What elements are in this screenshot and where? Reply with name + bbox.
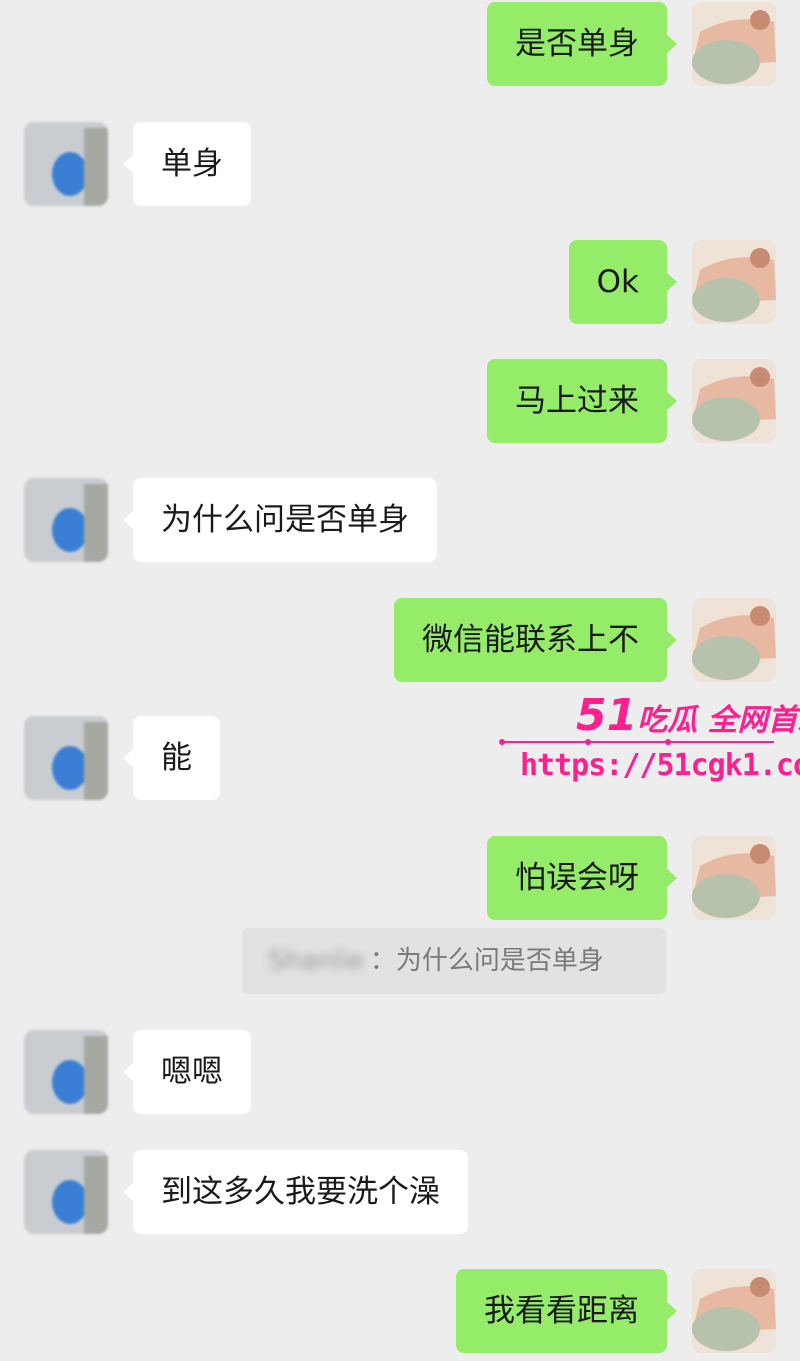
quoted-text: ：为什么问是否单身 bbox=[369, 946, 604, 976]
contact-avatar[interactable] bbox=[24, 1030, 108, 1114]
watermark-text: 吃瓜 全网首发 bbox=[637, 703, 800, 738]
message-row: 我看看距离 bbox=[0, 1269, 800, 1353]
self-avatar[interactable] bbox=[692, 598, 776, 682]
message-row: 嗯嗯 bbox=[0, 1030, 800, 1114]
message-bubble-received[interactable]: 能 bbox=[123, 716, 220, 800]
watermark-url: https://51cgk1.com bbox=[520, 748, 800, 783]
self-avatar[interactable] bbox=[692, 836, 776, 920]
message-bubble-received[interactable]: 单身 bbox=[123, 122, 251, 206]
message-row: 微信能联系上不 bbox=[0, 598, 800, 682]
quoted-message[interactable]: Shanlie ：为什么问是否单身 bbox=[242, 928, 666, 994]
message-row: 马上过来 bbox=[0, 359, 800, 443]
contact-avatar[interactable] bbox=[24, 1150, 108, 1234]
message-row: 到这多久我要洗个澡 bbox=[0, 1150, 800, 1234]
self-avatar[interactable] bbox=[692, 1269, 776, 1353]
message-row: 为什么问是否单身 bbox=[0, 478, 800, 562]
quoted-sender: Shanlie bbox=[268, 946, 364, 976]
message-row: 怕误会呀 bbox=[0, 836, 800, 920]
message-bubble-sent[interactable]: 我看看距离 bbox=[456, 1269, 677, 1353]
message-bubble-sent[interactable]: 怕误会呀 bbox=[487, 836, 677, 920]
message-bubble-received[interactable]: 为什么问是否单身 bbox=[123, 478, 437, 562]
watermark: 51吃瓜 全网首发 https://51cgk1.com bbox=[498, 690, 800, 790]
message-bubble-received[interactable]: 到这多久我要洗个澡 bbox=[123, 1150, 468, 1234]
message-row: 是否单身 bbox=[0, 2, 800, 86]
message-bubble-sent[interactable]: 是否单身 bbox=[487, 2, 677, 86]
message-bubble-sent[interactable]: 微信能联系上不 bbox=[394, 598, 677, 682]
message-row: 单身 bbox=[0, 122, 800, 206]
contact-avatar[interactable] bbox=[24, 122, 108, 206]
self-avatar[interactable] bbox=[692, 2, 776, 86]
watermark-title: 51吃瓜 全网首发 bbox=[576, 690, 800, 741]
message-bubble-received[interactable]: 嗯嗯 bbox=[123, 1030, 251, 1114]
message-row: Ok bbox=[0, 240, 800, 324]
self-avatar[interactable] bbox=[692, 359, 776, 443]
contact-avatar[interactable] bbox=[24, 716, 108, 800]
contact-avatar[interactable] bbox=[24, 478, 108, 562]
watermark-number: 51 bbox=[576, 690, 638, 741]
self-avatar[interactable] bbox=[692, 240, 776, 324]
message-bubble-sent[interactable]: 马上过来 bbox=[487, 359, 677, 443]
message-bubble-sent[interactable]: Ok bbox=[568, 240, 678, 324]
watermark-circuit-icon bbox=[499, 739, 774, 745]
chat-area: 是否单身 单身 Ok 马上过来 为什么问是否单身 微信能联系上不 能 怕误会呀 … bbox=[0, 0, 800, 1361]
